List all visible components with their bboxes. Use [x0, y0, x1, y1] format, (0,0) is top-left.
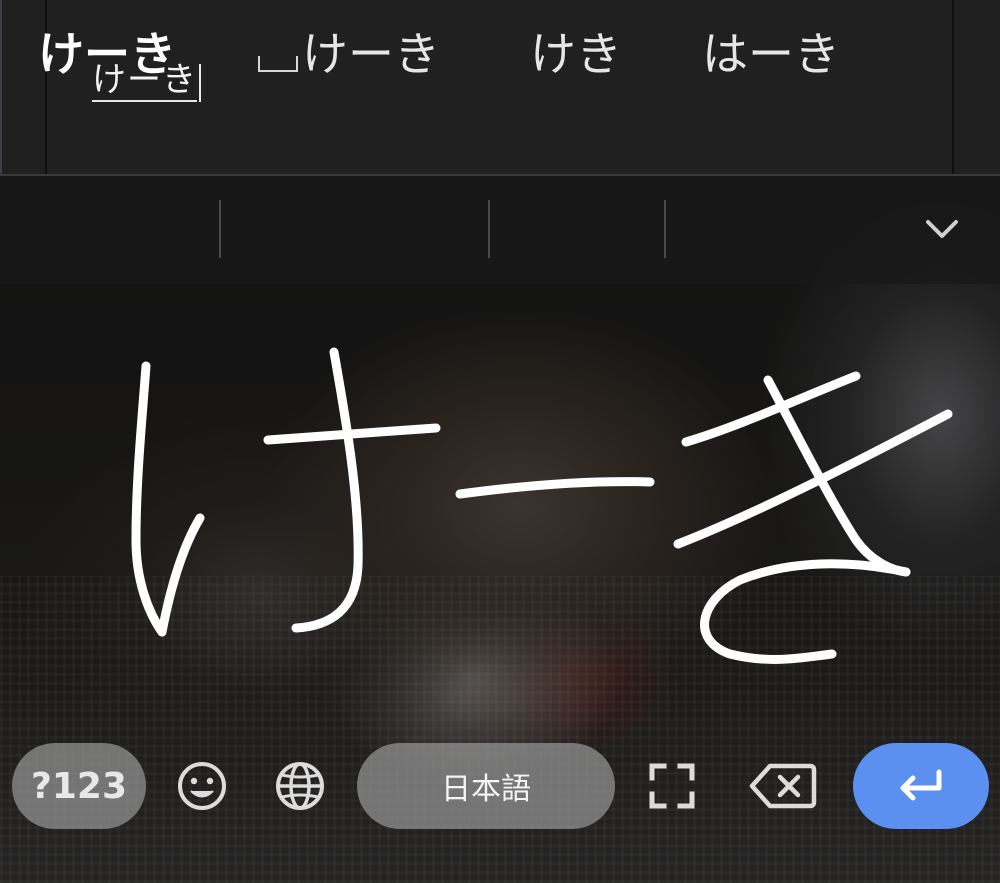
- space-symbol-icon: [258, 56, 298, 72]
- divider: [0, 0, 2, 176]
- enter-key[interactable]: [853, 743, 989, 829]
- divider: [952, 0, 954, 176]
- suggestion-divider: [488, 200, 490, 258]
- suggestion-item-2-label: けーき: [302, 27, 440, 81]
- suggestion-item-1[interactable]: けーき: [38, 24, 176, 84]
- backspace-icon[interactable]: [746, 754, 818, 818]
- suggestion-item-4[interactable]: はーき: [702, 24, 840, 84]
- keyboard-screen: けーき けーき けーき けき はーき ?123 日本語: [0, 0, 1000, 883]
- globe-icon[interactable]: [268, 754, 332, 818]
- enter-arrow-icon: [900, 769, 942, 801]
- symbols-key[interactable]: ?123: [12, 743, 146, 829]
- chevron-down-icon[interactable]: [920, 212, 964, 248]
- fullscreen-icon[interactable]: [640, 754, 704, 818]
- text-caret: [199, 64, 201, 102]
- suggestion-divider: [219, 200, 221, 258]
- suggestion-strip: [0, 176, 1000, 284]
- suggestion-item-2[interactable]: けーき: [258, 24, 440, 84]
- suggestion-item-3[interactable]: けき: [530, 24, 622, 84]
- suggestion-divider: [664, 200, 666, 258]
- smiley-icon[interactable]: [170, 754, 234, 818]
- space-language-key[interactable]: 日本語: [357, 743, 615, 829]
